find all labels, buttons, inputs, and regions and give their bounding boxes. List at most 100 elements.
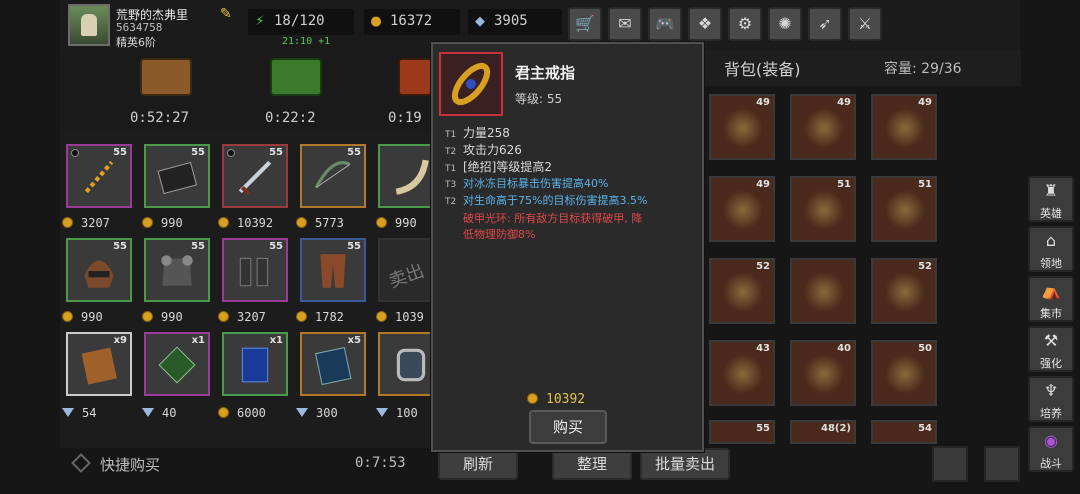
bag-item-level: 51 bbox=[918, 179, 932, 190]
chest-1-icon[interactable] bbox=[140, 58, 192, 96]
bag-item[interactable]: 54 bbox=[871, 420, 937, 444]
shop-item[interactable]: x1 bbox=[222, 332, 288, 396]
gold-coin-icon bbox=[376, 217, 387, 228]
gold-value: 16372 bbox=[390, 13, 433, 29]
shop-item[interactable]: 55 bbox=[222, 238, 288, 302]
player-avatar[interactable] bbox=[68, 4, 110, 46]
train-icon: ♆ bbox=[1043, 381, 1059, 400]
shop-item[interactable]: x5 bbox=[300, 332, 366, 396]
shop-price: 1039 bbox=[376, 310, 424, 324]
shop-item[interactable]: 55 bbox=[144, 238, 210, 302]
bag-item-level: 48(2) bbox=[820, 423, 851, 434]
gold-coin-icon: ● bbox=[370, 14, 382, 29]
gauntlets-icon bbox=[804, 272, 844, 312]
gold-coin-icon bbox=[218, 311, 229, 322]
bag-item[interactable]: 49 bbox=[709, 94, 775, 160]
bag-item[interactable]: 52 bbox=[709, 258, 775, 324]
gauntlets-icon bbox=[804, 108, 844, 148]
nav-market[interactable]: ⛺ 集市 bbox=[1028, 276, 1074, 322]
gold-coin-icon bbox=[218, 407, 229, 418]
green-scroll-icon bbox=[158, 346, 196, 384]
bag-item[interactable]: 51 bbox=[871, 176, 937, 242]
nav-territory[interactable]: ⌂ 领地 bbox=[1028, 226, 1074, 272]
shop-item[interactable] bbox=[378, 332, 434, 396]
sort-button[interactable]: 整理 bbox=[552, 448, 632, 480]
chest-3-timer: 0:19 bbox=[388, 110, 422, 126]
golden-chain-icon bbox=[84, 160, 114, 194]
shop-item[interactable]: x9 bbox=[66, 332, 132, 396]
bag-item-level: 52 bbox=[756, 261, 770, 272]
shop-item[interactable]: x1 bbox=[144, 332, 210, 396]
amulet-icon bbox=[885, 190, 925, 230]
bag-item[interactable]: 52 bbox=[871, 258, 937, 324]
shop-price: 1782 bbox=[296, 310, 344, 324]
tooltip-stat: T2 对生命高于75%的目标伤害提高3.5% bbox=[445, 194, 648, 207]
buy-button[interactable]: 购买 bbox=[529, 410, 607, 444]
curved-blade-icon bbox=[723, 108, 763, 148]
bag-item[interactable]: 48(2) bbox=[790, 420, 856, 444]
enhance-icon: ⚒ bbox=[1043, 331, 1059, 350]
bag-item[interactable]: 49 bbox=[790, 94, 856, 160]
shop-item[interactable] bbox=[378, 144, 434, 208]
shop-item[interactable]: 55 bbox=[300, 238, 366, 302]
stamina-value: 18/120 bbox=[274, 13, 325, 29]
bag-item[interactable]: 43 bbox=[709, 340, 775, 406]
diamond-icon bbox=[376, 408, 388, 417]
bag-item[interactable]: 51 bbox=[790, 176, 856, 242]
player-rank: 精英6阶 bbox=[116, 36, 156, 49]
boots-icon bbox=[885, 108, 925, 148]
quick-buy-label: 快捷购买 bbox=[100, 456, 161, 474]
gold-coin-icon bbox=[376, 311, 387, 322]
helmet-icon bbox=[885, 272, 925, 312]
shop-item[interactable]: 55 bbox=[144, 144, 210, 208]
gear-icon[interactable]: ⚙ bbox=[728, 7, 762, 41]
tooltip-stat: T1 力量258 bbox=[445, 126, 510, 140]
shop-cart-icon[interactable]: 🛒 bbox=[568, 7, 602, 41]
nav-enhance[interactable]: ⚒ 强化 bbox=[1028, 326, 1074, 372]
tooltip-special-2: 低物理防御8% bbox=[463, 228, 536, 241]
gloves-icon bbox=[239, 257, 269, 287]
bag-item[interactable]: 55 bbox=[709, 420, 775, 444]
nav-train[interactable]: ♆ 培养 bbox=[1028, 376, 1074, 422]
bag-item-level: 50 bbox=[918, 343, 932, 354]
shop-item[interactable]: 55 bbox=[222, 144, 288, 208]
nav-hero[interactable]: ♜ 英雄 bbox=[1028, 176, 1074, 222]
shop-price: 10392 bbox=[218, 216, 273, 230]
crossed-swords-icon[interactable]: ⚔ bbox=[848, 7, 882, 41]
bag-item[interactable]: 50 bbox=[871, 340, 937, 406]
edit-name-icon[interactable]: ✎ bbox=[220, 6, 236, 22]
refresh-button[interactable]: 刷新 bbox=[438, 448, 518, 480]
gauntlet-filter-icon[interactable] bbox=[984, 446, 1020, 482]
armor-filter-icon[interactable] bbox=[932, 446, 968, 482]
diamond-icon: ◆ bbox=[475, 14, 485, 29]
market-icon: ⛺ bbox=[1041, 281, 1061, 300]
gamepad-icon[interactable]: 🎮 bbox=[648, 7, 682, 41]
shop-price: 6000 bbox=[218, 406, 266, 420]
book-icon bbox=[157, 161, 198, 195]
mail-icon[interactable]: ✉ bbox=[608, 7, 642, 41]
shop-item[interactable]: 55 bbox=[66, 238, 132, 302]
stamina-display: ⚡ 18/120 bbox=[248, 9, 354, 35]
gem-value: 3905 bbox=[494, 13, 528, 29]
item-tooltip: 君主戒指 等级: 55 T1 力量258 T2 攻击力626 T1 [绝招]等级提高2… bbox=[431, 42, 704, 452]
bag-item[interactable] bbox=[790, 258, 856, 324]
chest-2-icon[interactable] bbox=[270, 58, 322, 96]
shop-item[interactable]: 55 bbox=[66, 144, 132, 208]
compass-icon[interactable]: ❖ bbox=[688, 7, 722, 41]
pinwheel-icon[interactable]: ✺ bbox=[768, 7, 802, 41]
bag-item[interactable]: 40 bbox=[790, 340, 856, 406]
gold-coin-icon bbox=[527, 393, 538, 404]
blue-card-icon bbox=[241, 347, 269, 383]
bag-item[interactable]: 49 bbox=[871, 94, 937, 160]
bulk-sell-button[interactable]: 批量卖出 bbox=[640, 448, 730, 480]
shop-price: 990 bbox=[142, 310, 183, 324]
bag-item[interactable]: 49 bbox=[709, 176, 775, 242]
quick-buy-checkbox[interactable] bbox=[71, 453, 91, 473]
feather-icon[interactable]: ➶ bbox=[808, 7, 842, 41]
chest-3-icon[interactable] bbox=[398, 58, 432, 96]
stamina-timer: 21:10 +1 bbox=[282, 36, 331, 47]
shop-item[interactable]: 55 bbox=[300, 144, 366, 208]
nav-battle[interactable]: ◉ 战斗 bbox=[1028, 426, 1074, 472]
shop-price: 3207 bbox=[62, 216, 110, 230]
armor-icon bbox=[161, 255, 193, 286]
